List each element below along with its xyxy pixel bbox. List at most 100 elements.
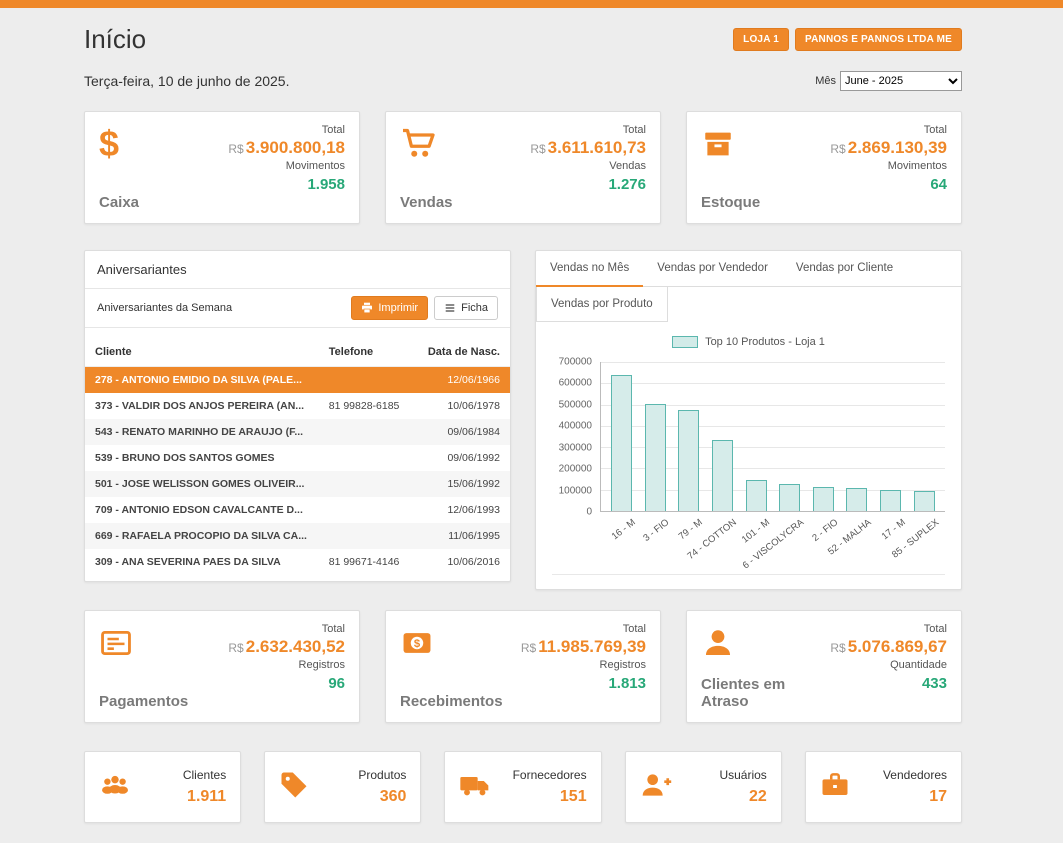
- table-row[interactable]: 543 - RENATO MARINHO DE ARAUJO (F... 09/…: [85, 419, 510, 445]
- bottom-stat-cards: Pagamentos Total R$2.632.430,52 Registro…: [84, 610, 962, 723]
- stat-card-vendas: Vendas Total R$3.611.610,73 Vendas 1.276: [385, 111, 661, 224]
- total-label: Total: [830, 124, 947, 136]
- legend-label: Top 10 Produtos - Loja 1: [705, 336, 825, 348]
- store-button[interactable]: LOJA 1: [733, 28, 789, 51]
- birthdays-subtitle: Aniversariantes da Semana: [97, 302, 232, 314]
- total-label: Total: [530, 124, 646, 136]
- counter-cards: Clientes 1.911 Produtos 360: [84, 751, 962, 823]
- chart-plot: [600, 362, 945, 512]
- bar-chart: Top 10 Produtos - Loja 1 010000020000030…: [552, 336, 945, 575]
- svg-text:$: $: [414, 638, 421, 650]
- person-icon: [701, 623, 830, 663]
- archive-box-icon: [701, 124, 760, 164]
- bar[interactable]: [605, 362, 639, 511]
- tab-vendas-por-produto[interactable]: Vendas por Produto: [536, 287, 668, 322]
- briefcase-icon: [820, 770, 850, 805]
- chart-x-labels: 16 - M3 - FIO79 - M74 - COTTON101 - M6 -…: [600, 512, 945, 568]
- counter-label: Vendedores: [883, 768, 947, 782]
- count-value: 64: [830, 176, 947, 193]
- table-row[interactable]: 669 - RAFAELA PROCOPIO DA SILVA CA... 11…: [85, 523, 510, 549]
- bar[interactable]: [773, 362, 807, 511]
- count-value: 96: [228, 675, 345, 692]
- bar[interactable]: [706, 362, 740, 511]
- bar[interactable]: [672, 362, 706, 511]
- counter-label: Produtos: [358, 768, 406, 782]
- stat-card-title: Recebimentos: [400, 693, 503, 710]
- table-row[interactable]: 501 - JOSE WELISSON GOMES OLIVEIR... 15/…: [85, 471, 510, 497]
- x-tick-label: 3 - FIO: [641, 517, 671, 544]
- counter-label: Fornecedores: [513, 768, 587, 782]
- y-tick-label: 500000: [559, 399, 592, 410]
- counter-card-clientes: Clientes 1.911: [84, 751, 241, 823]
- count-label: Movimentos: [830, 160, 947, 172]
- counter-value: 22: [719, 788, 766, 806]
- table-row[interactable]: 539 - BRUNO DOS SANTOS GOMES 09/06/1992: [85, 445, 510, 471]
- user-plus-icon: [640, 769, 672, 806]
- total-label: Total: [228, 124, 345, 136]
- counter-value: 360: [358, 788, 406, 806]
- company-button[interactable]: PANNOS E PANNOS LTDA ME: [795, 28, 962, 51]
- total-value: R$3.900.800,18: [228, 138, 345, 158]
- dashboard-page: Início LOJA 1 PANNOS E PANNOS LTDA ME Te…: [84, 24, 962, 823]
- y-tick-label: 400000: [559, 421, 592, 432]
- bar[interactable]: [874, 362, 908, 511]
- credit-card-icon: [99, 623, 188, 663]
- dollar-icon: $: [99, 124, 139, 164]
- bar[interactable]: [907, 362, 941, 511]
- table-row[interactable]: 709 - ANTONIO EDSON CAVALCANTE D... 12/0…: [85, 497, 510, 523]
- bar[interactable]: [840, 362, 874, 511]
- month-select[interactable]: June - 2025: [840, 71, 962, 91]
- y-tick-label: 0: [586, 507, 592, 518]
- stat-card-estoque: Estoque Total R$2.869.130,39 Movimentos …: [686, 111, 962, 224]
- total-value: R$3.611.610,73: [530, 138, 646, 158]
- printer-icon: [361, 302, 373, 314]
- bar[interactable]: [639, 362, 673, 511]
- bar[interactable]: [739, 362, 773, 511]
- stat-card-title: Estoque: [701, 194, 760, 211]
- sales-card: Vendas no Mês Vendas por Vendedor Vendas…: [535, 250, 962, 590]
- stat-card-clientes-em-atraso: Clientes em Atraso Total R$5.076.869,67 …: [686, 610, 962, 723]
- total-value: R$11.985.769,39: [521, 637, 646, 657]
- birthdays-title: Aniversariantes: [85, 251, 510, 289]
- stat-card-title: Clientes em Atraso: [701, 676, 830, 710]
- total-value: R$2.632.430,52: [228, 637, 345, 657]
- tab-vendas-por-vendedor[interactable]: Vendas por Vendedor: [643, 251, 782, 286]
- stat-card-title: Vendas: [400, 194, 453, 211]
- page-title: Início: [84, 24, 146, 55]
- x-tick-label: 16 - M: [610, 517, 638, 542]
- stat-card-recebimentos: $ Recebimentos Total R$11.985.769,39 Reg…: [385, 610, 661, 723]
- counter-value: 151: [513, 788, 587, 806]
- stat-card-pagamentos: Pagamentos Total R$2.632.430,52 Registro…: [84, 610, 360, 723]
- counter-label: Clientes: [183, 768, 226, 782]
- counter-card-vendedores: Vendedores 17: [805, 751, 962, 823]
- ficha-button[interactable]: Ficha: [434, 296, 498, 320]
- total-label: Total: [830, 623, 947, 635]
- date-text: Terça-feira, 10 de junho de 2025.: [84, 73, 289, 89]
- count-value: 1.958: [228, 176, 345, 193]
- truck-icon: [459, 769, 491, 806]
- chart-bars: [601, 362, 945, 511]
- tab-vendas-por-cliente[interactable]: Vendas por Cliente: [782, 251, 907, 286]
- count-label: Quantidade: [830, 659, 947, 671]
- total-label: Total: [521, 623, 646, 635]
- top-accent-bar: [0, 0, 1063, 8]
- cart-icon: [400, 124, 453, 164]
- col-header-telefone: Telefone: [319, 338, 417, 367]
- y-tick-label: 700000: [559, 357, 592, 368]
- bar[interactable]: [807, 362, 841, 511]
- table-row[interactable]: 309 - ANA SEVERINA PAES DA SILVA 81 9967…: [85, 549, 510, 575]
- count-label: Registros: [228, 659, 345, 671]
- counter-card-usuarios: Usuários 22: [625, 751, 782, 823]
- total-value: R$5.076.869,67: [830, 637, 947, 657]
- tab-vendas-no-mes[interactable]: Vendas no Mês: [536, 251, 643, 287]
- birthdays-card: Aniversariantes Aniversariantes da Seman…: [84, 250, 511, 582]
- count-label: Vendas: [530, 160, 646, 172]
- table-row[interactable]: 373 - VALDIR DOS ANJOS PEREIRA (AN... 81…: [85, 393, 510, 419]
- chart-y-axis: 0100000200000300000400000500000600000700…: [552, 362, 600, 512]
- total-label: Total: [228, 623, 345, 635]
- month-label: Mês: [815, 75, 836, 87]
- tag-icon: [279, 770, 309, 805]
- table-row[interactable]: 278 - ANTONIO EMIDIO DA SILVA (PALE... 1…: [85, 367, 510, 394]
- print-button[interactable]: Imprimir: [351, 296, 428, 320]
- y-tick-label: 300000: [559, 442, 592, 453]
